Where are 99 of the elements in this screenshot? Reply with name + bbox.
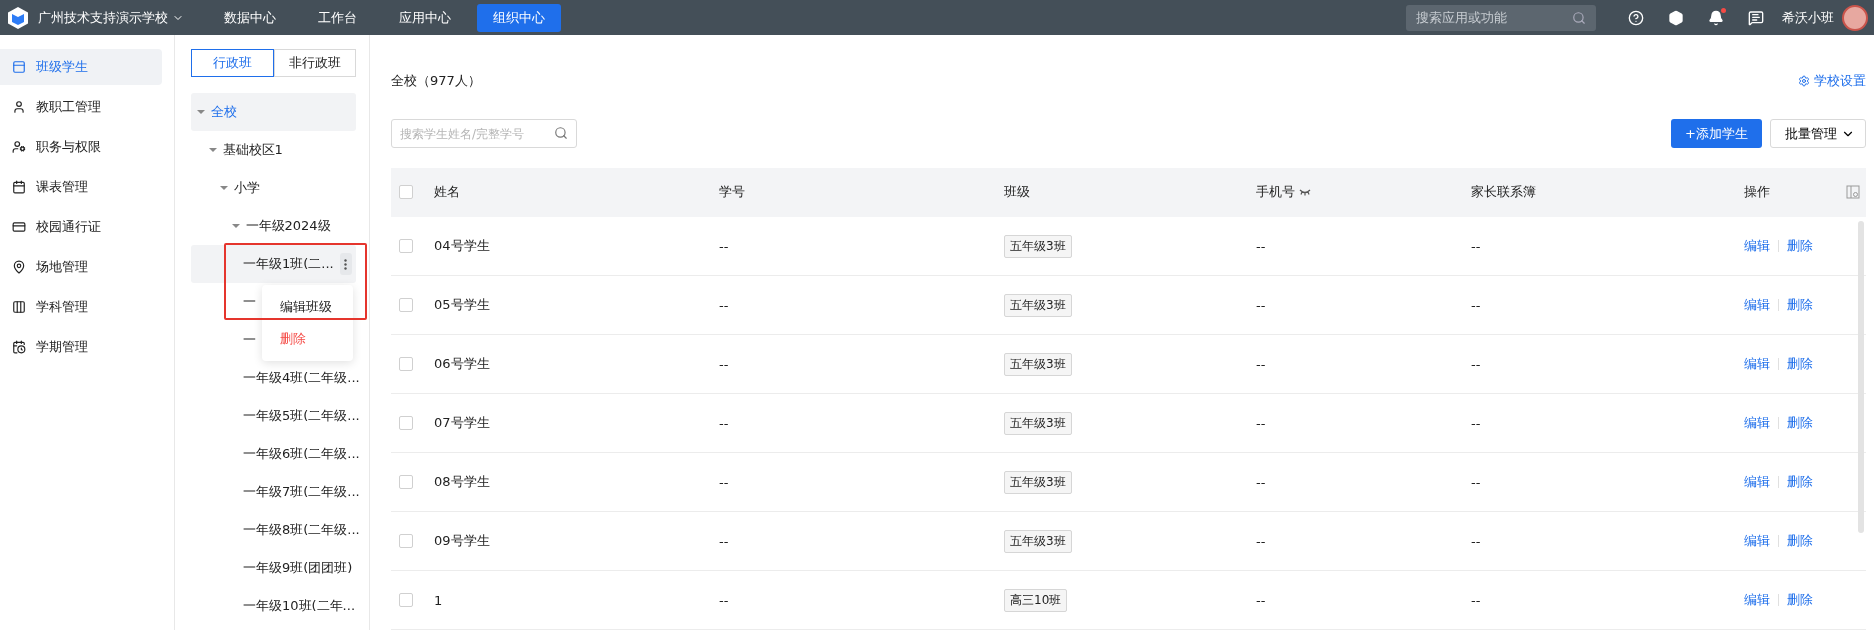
- action-link[interactable]: 删除: [1787, 532, 1813, 550]
- table-cell: 07号学生: [434, 414, 490, 432]
- table-cell: 06号学生: [434, 355, 490, 373]
- table-cell: --: [719, 533, 729, 549]
- action-link[interactable]: 编辑: [1744, 414, 1770, 432]
- tree-label: 一年级9班(团团班): [243, 559, 353, 577]
- table-cell: 09号学生: [434, 532, 490, 550]
- sidebar-item[interactable]: 场地管理: [0, 249, 162, 285]
- action-link[interactable]: 编辑: [1744, 237, 1770, 255]
- tree-label: 小学: [234, 179, 260, 197]
- action-link[interactable]: 删除: [1787, 414, 1813, 432]
- user-name: 希沃小班: [1782, 8, 1834, 27]
- menu-item[interactable]: 编辑班级: [262, 291, 353, 323]
- table-cell: --: [1471, 474, 1481, 490]
- tree-item[interactable]: 一年级1班(二...: [191, 245, 356, 283]
- table-cell: --: [1471, 592, 1481, 608]
- tree-item[interactable]: 一年级9班(团团班): [191, 549, 356, 587]
- sidebar-item[interactable]: 教职工管理: [0, 89, 162, 125]
- tree-label: 一年级7班(二年级...: [243, 483, 360, 501]
- sidebar-item[interactable]: 课表管理: [0, 169, 162, 205]
- page-title: 全校（977人）: [391, 71, 481, 90]
- tree-label: 一年级1班(二...: [243, 255, 334, 273]
- class-tag: 五年级3班: [1004, 411, 1072, 435]
- nav-tab[interactable]: 组织中心: [477, 3, 561, 32]
- tree-item[interactable]: 一年级2024级: [191, 207, 356, 245]
- school-switcher[interactable]: 广州技术支持演示学校: [38, 8, 184, 27]
- sidebar-item[interactable]: 学期管理: [0, 329, 162, 365]
- column-header: 操作: [1744, 183, 1771, 202]
- tab[interactable]: 行政班: [191, 49, 274, 77]
- nav-tab[interactable]: 工作台: [302, 3, 373, 32]
- class-tag: 五年级3班: [1004, 234, 1072, 258]
- action-link[interactable]: 删除: [1787, 473, 1813, 491]
- table-cell: --: [1471, 297, 1481, 313]
- class-tag: 五年级3班: [1004, 529, 1072, 553]
- column-header: 姓名: [434, 183, 461, 202]
- column-header: 学号: [719, 183, 746, 202]
- table-cell: --: [1471, 533, 1481, 549]
- settings-label: 学校设置: [1814, 71, 1866, 90]
- action-link[interactable]: 编辑: [1744, 532, 1770, 550]
- action-link[interactable]: 编辑: [1744, 296, 1770, 314]
- settings-link[interactable]: 学校设置: [1798, 71, 1866, 90]
- nav-tab[interactable]: 应用中心: [383, 3, 467, 32]
- table-cell: --: [1256, 415, 1266, 431]
- action-link[interactable]: 编辑: [1744, 473, 1770, 491]
- tree-label: 全校: [211, 103, 237, 121]
- tab[interactable]: 非行政班: [273, 49, 356, 77]
- table-cell: --: [1471, 356, 1481, 372]
- nav-tab[interactable]: 数据中心: [208, 3, 292, 32]
- table-cell: --: [1256, 474, 1266, 490]
- tree-label: 一年级5班(二年级...: [243, 407, 360, 425]
- table-cell: --: [1256, 533, 1266, 549]
- table-cell: 1: [434, 592, 443, 608]
- class-tag: 高三10班: [1004, 588, 1068, 612]
- tree-label: 一年级10班(二年...: [243, 597, 355, 615]
- sidebar-item[interactable]: 学科管理: [0, 289, 162, 325]
- column-header: 手机号: [1256, 183, 1295, 202]
- column-header: 班级: [1004, 183, 1031, 202]
- table-cell: --: [1471, 415, 1481, 431]
- class-tag: 五年级3班: [1004, 293, 1072, 317]
- action-link[interactable]: 删除: [1787, 355, 1813, 373]
- table-cell: --: [719, 592, 729, 608]
- table-cell: 08号学生: [434, 473, 490, 491]
- action-link[interactable]: 编辑: [1744, 355, 1770, 373]
- table-cell: 05号学生: [434, 296, 490, 314]
- tree-item[interactable]: 全校: [191, 93, 356, 131]
- table-cell: --: [719, 356, 729, 372]
- tree-label: 基础校区1: [222, 141, 283, 159]
- action-link[interactable]: 删除: [1787, 237, 1813, 255]
- table-cell: 04号学生: [434, 237, 490, 255]
- tree-label: 一年级4班(二年级...: [243, 369, 360, 387]
- table-cell: --: [1256, 297, 1266, 313]
- tree-item[interactable]: 基础校区1: [191, 131, 356, 169]
- tree-item[interactable]: 小学: [191, 169, 356, 207]
- tree-label: 一年级6班(二年级...: [243, 445, 360, 463]
- sidebar-item[interactable]: 职务与权限: [0, 129, 162, 165]
- add-student-button[interactable]: +添加学生: [1671, 119, 1762, 149]
- search-field[interactable]: 搜索学生姓名/完整学号: [391, 119, 577, 149]
- table-cell: --: [719, 415, 729, 431]
- table-cell: --: [719, 297, 729, 313]
- sidebar-item[interactable]: 班级学生: [0, 49, 162, 85]
- column-header: 家长联系簿: [1471, 183, 1537, 202]
- table-cell: --: [1256, 238, 1266, 254]
- table-cell: --: [719, 238, 729, 254]
- class-tag: 五年级3班: [1004, 470, 1072, 494]
- table-cell: --: [719, 474, 729, 490]
- action-link[interactable]: 编辑: [1744, 591, 1770, 609]
- table-cell: --: [1471, 238, 1481, 254]
- sidebar-item[interactable]: 校园通行证: [0, 209, 162, 245]
- action-link[interactable]: 删除: [1787, 591, 1813, 609]
- table-cell: --: [1256, 592, 1266, 608]
- tree-label: 一年级8班(二年级...: [243, 521, 360, 539]
- class-tag: 五年级3班: [1004, 352, 1072, 376]
- batch-button[interactable]: 批量管理: [1770, 119, 1866, 149]
- search-field[interactable]: 搜索应用或功能: [1406, 4, 1596, 31]
- table-cell: --: [1256, 356, 1266, 372]
- menu-item[interactable]: 删除: [262, 323, 353, 355]
- tree-item[interactable]: 一年级10班(二年...: [191, 587, 356, 625]
- tree-label: 一年级2024级: [245, 217, 331, 235]
- action-link[interactable]: 删除: [1787, 296, 1813, 314]
